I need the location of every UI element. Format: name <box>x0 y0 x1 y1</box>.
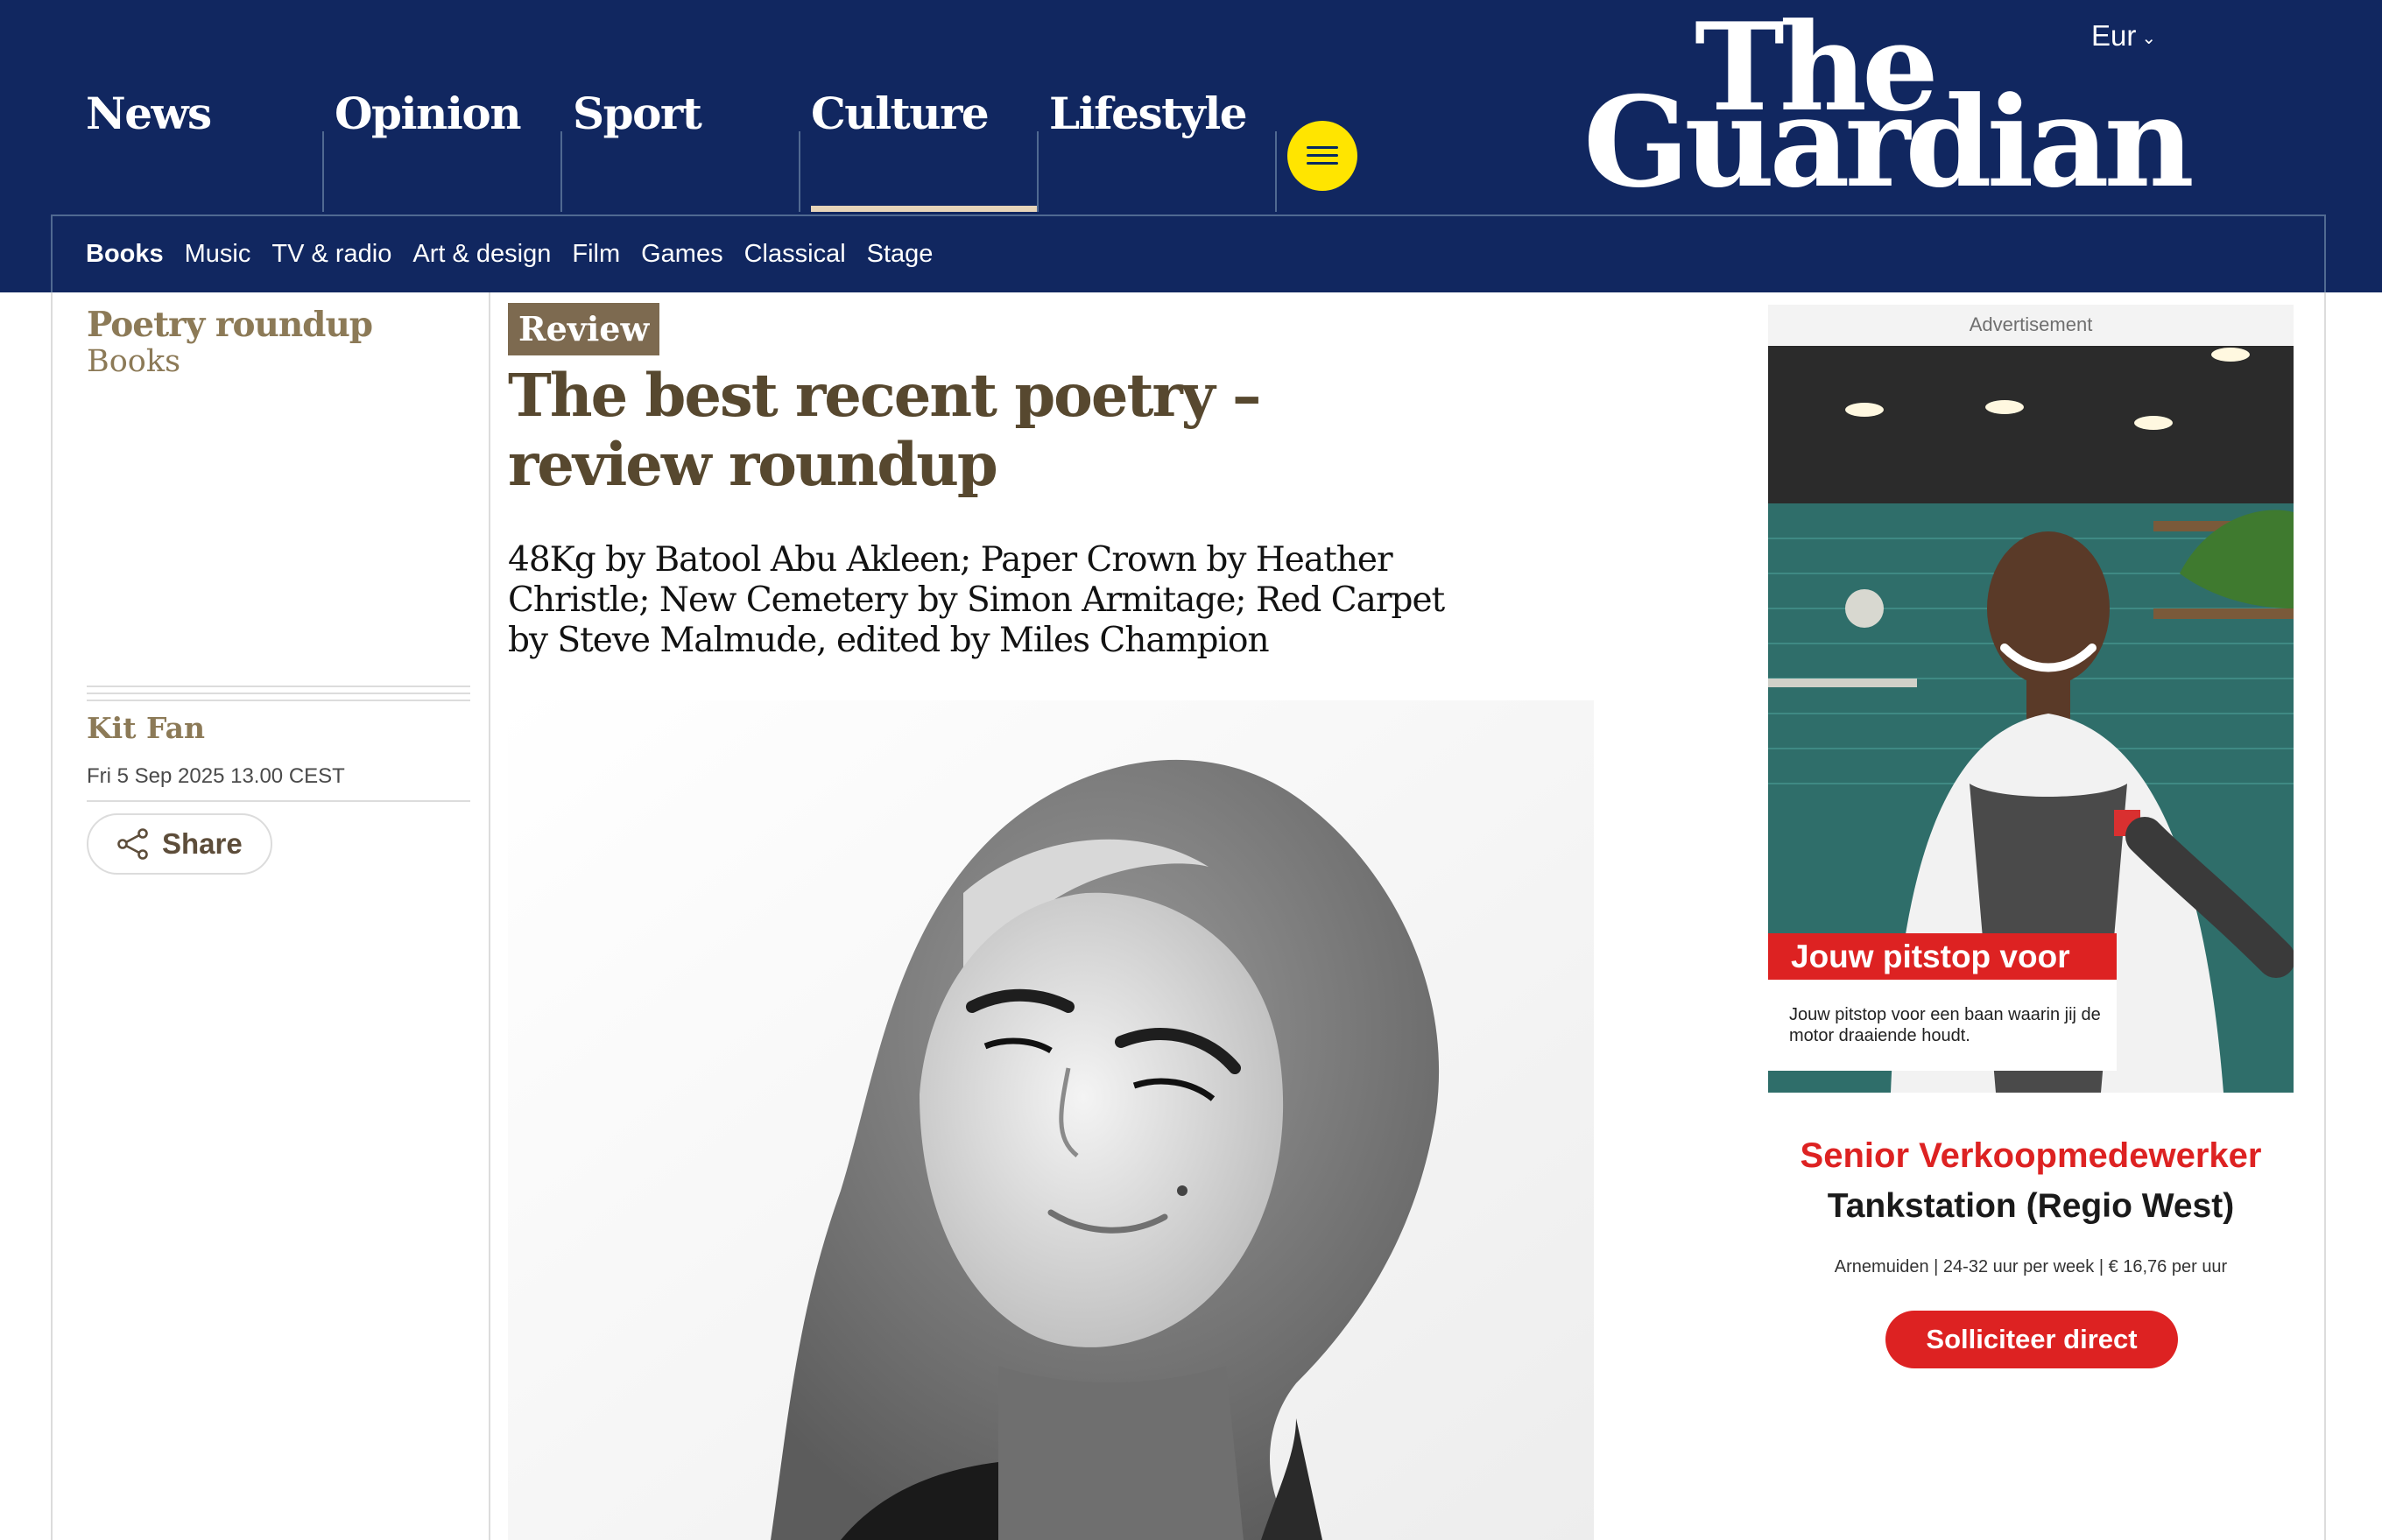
pillar-lifestyle[interactable]: Lifestyle <box>1049 88 1248 139</box>
column-divider <box>51 292 53 1540</box>
divider <box>87 800 470 802</box>
subnav-item-games[interactable]: Games <box>641 240 722 269</box>
pillar-culture[interactable]: Culture <box>811 88 990 139</box>
pillar-divider <box>1037 131 1039 212</box>
article-headline: The best recent poetry – review roundup <box>508 361 1262 499</box>
hamburger-icon-line <box>1307 162 1338 165</box>
subnav-item-tv-radio[interactable]: TV & radio <box>271 240 391 269</box>
active-pillar-indicator <box>811 206 1037 212</box>
pillar-divider <box>1275 131 1277 212</box>
hamburger-icon <box>1307 146 1338 149</box>
section-link[interactable]: Books <box>87 344 180 379</box>
hamburger-icon-line <box>1307 154 1338 157</box>
ad-job-meta: Arnemuiden | 24-32 uur per week | € 16,7… <box>1834 1257 2228 1276</box>
column-divider <box>2324 292 2326 1540</box>
share-label: Share <box>162 827 243 860</box>
ad-banner-text: Jouw pitstop voor <box>1768 933 2117 980</box>
subnav-item-art-design[interactable]: Art & design <box>412 240 551 269</box>
ad-job-subtitle: Tankstation (Regio West) <box>1827 1187 2235 1225</box>
chevron-down-icon: ⌄ <box>2141 28 2157 48</box>
pillar-opinion[interactable]: Opinion <box>335 88 522 139</box>
byline-author[interactable]: Kit Fan <box>87 711 205 745</box>
article-main-image <box>508 700 1594 1540</box>
pillar-sport[interactable]: Sport <box>573 88 702 139</box>
ad-apply-button[interactable]: Solliciteer direct <box>1885 1311 2178 1368</box>
pillar-news[interactable]: News <box>86 88 212 139</box>
series-link[interactable]: Poetry roundup <box>87 305 373 345</box>
ad-tagline: Jouw pitstop voor een baan waarin jij de… <box>1768 980 2117 1071</box>
article-standfirst: 48Kg by Batool Abu Akleen; Paper Crown b… <box>508 540 1445 660</box>
pillar-divider <box>322 131 324 212</box>
ad-job-title[interactable]: Senior Verkoopmedewerker <box>1768 1136 2294 1176</box>
edition-label: Eur <box>2091 19 2137 52</box>
subnav: Books Music TV & radio Art & design Film… <box>86 240 933 269</box>
subnav-item-classical[interactable]: Classical <box>744 240 846 269</box>
share-button[interactable]: Share <box>87 813 272 875</box>
pillar-divider <box>560 131 562 212</box>
meta-rules <box>87 686 470 707</box>
publish-date: Fri 5 Sep 2025 13.00 CEST <box>87 764 345 788</box>
subnav-item-music[interactable]: Music <box>185 240 251 269</box>
ad-label: Advertisement <box>1768 305 2294 345</box>
pillar-divider <box>799 131 800 212</box>
share-icon <box>117 828 148 860</box>
subnav-item-stage[interactable]: Stage <box>867 240 934 269</box>
logo[interactable]: Guardian <box>1583 81 2195 205</box>
subnav-item-film[interactable]: Film <box>572 240 620 269</box>
review-badge: Review <box>508 303 660 355</box>
edition-switcher[interactable]: Eur ⌄ <box>2091 19 2156 53</box>
column-divider <box>489 292 490 1540</box>
menu-button[interactable] <box>1287 121 1357 191</box>
subnav-item-books[interactable]: Books <box>86 240 164 269</box>
